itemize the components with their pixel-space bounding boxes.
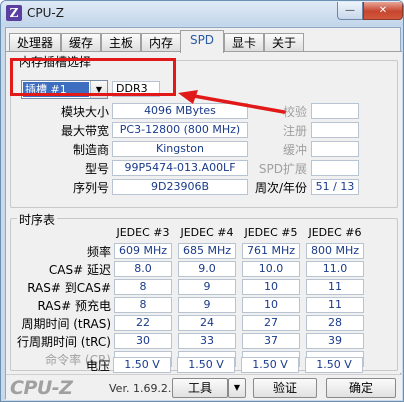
buffered-value — [311, 141, 359, 157]
timing-row-label: 周期时间 (tRAS) — [21, 317, 111, 331]
tab-mainboard[interactable]: 主板 — [101, 33, 141, 52]
timing-cell: 10 — [242, 297, 300, 313]
timing-cell: 8 — [114, 297, 172, 313]
validate-button[interactable]: 验证 — [253, 378, 317, 398]
tab-memory[interactable]: 内存 — [141, 33, 181, 52]
field-label: SPD扩展 — [258, 162, 307, 176]
annotation-highlight-box — [10, 58, 176, 96]
timing-table-group: 时序表 JEDEC #3 JEDEC #4 JEDEC #5 JEDEC #6 … — [10, 211, 398, 371]
timing-column-header: JEDEC #5 — [244, 226, 298, 239]
timing-row-label: 频率 — [86, 245, 111, 259]
timing-cell: 9 — [178, 279, 236, 295]
cpuz-logo: CPU-Z — [10, 377, 73, 399]
timing-row-label: 行周期时间 (tRC) — [16, 335, 111, 349]
timing-cell: 33 — [178, 333, 236, 349]
cpuz-window: Z CPU-Z — ✕ 处理器 缓存 主板 内存 SPD 显卡 关于 内存插槽选… — [0, 0, 404, 402]
timing-cell: 1.50 V — [241, 357, 299, 373]
serial-number-value: 9D23906B — [112, 179, 248, 195]
spd-panel: 内存插槽选择 插槽 #1 ▼ DDR3 模块大小 4096 MBytes 最大带… — [6, 51, 402, 373]
timing-cell: 39 — [306, 333, 364, 349]
tools-button[interactable]: 工具 — [172, 378, 228, 398]
timing-group-title: 时序表 — [17, 211, 58, 228]
timing-cell: 8.0 — [114, 261, 172, 277]
timing-cell: 10 — [242, 279, 300, 295]
window-title: CPU-Z — [27, 6, 64, 20]
timing-cell: 11.0 — [306, 261, 364, 277]
timing-column-header: JEDEC #6 — [308, 226, 362, 239]
spd-ext-value — [311, 160, 359, 176]
timing-cell: 685 MHz — [178, 243, 236, 259]
timing-cell: 11 — [306, 297, 364, 313]
timing-cell: 800 MHz — [306, 243, 364, 259]
ok-button[interactable]: 确定 — [326, 378, 396, 398]
timing-cell: 761 MHz — [242, 243, 300, 259]
tab-about[interactable]: 关于 — [264, 33, 304, 52]
field-label: 缓冲 — [282, 143, 307, 157]
timing-cell: 10.0 — [242, 261, 300, 277]
manufacturer-value: Kingston — [112, 141, 248, 157]
timing-row-label: 电压 — [85, 359, 110, 373]
tab-spd[interactable]: SPD — [180, 30, 224, 53]
timing-cell: 609 MHz — [114, 243, 172, 259]
timing-row-label: CAS# 延迟 — [48, 263, 111, 277]
field-label: 序列号 — [72, 181, 109, 195]
timing-row-label: RAS# 预充电 — [37, 299, 111, 313]
field-label: 制造商 — [72, 143, 109, 157]
timing-cell: 1.50 V — [113, 357, 171, 373]
timing-column-header: JEDEC #3 — [116, 226, 170, 239]
timing-cell: 8 — [114, 279, 172, 295]
field-label: 最大带宽 — [60, 124, 109, 138]
max-bandwidth-value: PC3-12800 (800 MHz) — [112, 122, 248, 138]
correction-value — [311, 103, 359, 119]
annotation-arrow-icon — [178, 90, 286, 114]
main-body: 处理器 缓存 主板 内存 SPD 显卡 关于 内存插槽选择 插槽 #1 ▼ DD… — [5, 27, 402, 400]
timing-cell: 11 — [306, 279, 364, 295]
timing-cell: 9 — [178, 297, 236, 313]
tab-cpu[interactable]: 处理器 — [9, 33, 61, 52]
field-label: 注册 — [282, 124, 307, 138]
tab-caches[interactable]: 缓存 — [61, 33, 101, 52]
timing-cell: 1.50 V — [177, 357, 235, 373]
chevron-down-icon[interactable]: ▼ — [228, 378, 246, 398]
timing-column-header: JEDEC #4 — [180, 226, 234, 239]
title-bar[interactable]: Z CPU-Z — ✕ — [1, 1, 403, 26]
timing-cell: 27 — [242, 315, 300, 331]
tab-graphics[interactable]: 显卡 — [224, 33, 264, 52]
part-number-value: 99P5474-013.A00LF — [112, 160, 248, 176]
field-label: 周次/年份 — [254, 181, 307, 195]
minimize-button[interactable]: — — [337, 2, 363, 20]
close-button[interactable]: ✕ — [363, 2, 403, 20]
timing-cell: 37 — [242, 333, 300, 349]
cpuz-app-icon: Z — [6, 5, 22, 21]
bottom-bar: CPU-Z Ver. 1.69.2.x32 工具 ▼ 验证 确定 — [6, 374, 402, 400]
timing-row-label: RAS# 到CAS# — [27, 281, 111, 295]
week-year-value: 51 / 13 — [311, 179, 359, 195]
timing-cell: 30 — [114, 333, 172, 349]
tab-bar: 处理器 缓存 主板 内存 SPD 显卡 关于 — [6, 30, 402, 53]
registered-value — [311, 122, 359, 138]
field-label: 型号 — [84, 162, 109, 176]
timing-cell: 28 — [306, 315, 364, 331]
field-label: 模块大小 — [60, 105, 109, 119]
timing-cell: 1.50 V — [305, 357, 363, 373]
timing-cell: 24 — [178, 315, 236, 331]
timing-cell: 9.0 — [178, 261, 236, 277]
timing-cell: 22 — [114, 315, 172, 331]
